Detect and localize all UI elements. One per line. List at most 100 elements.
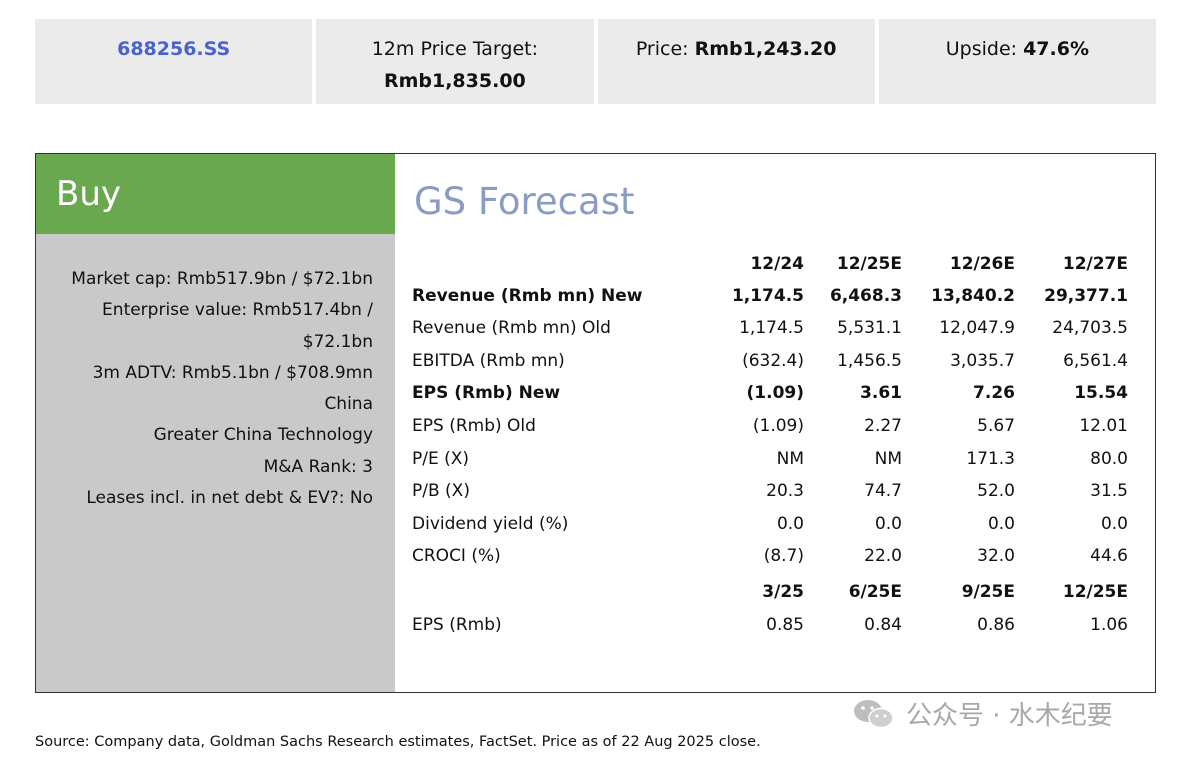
table-row: P/E (X) NM NM 171.3 80.0 xyxy=(412,443,1128,475)
cell-value: 74.7 xyxy=(864,481,902,501)
cell-value: 24,703.5 xyxy=(1052,318,1128,338)
cell-value: (1.09) xyxy=(746,383,804,403)
quarter-header: 6/25E xyxy=(848,582,902,602)
cell-value: (1.09) xyxy=(752,416,804,436)
watermark: 公众号 · 水木纪要 xyxy=(852,695,1113,732)
cell-value: 7.26 xyxy=(973,383,1015,403)
price-target-value: Rmb1,835.00 xyxy=(383,70,526,92)
cell-value: 29,377.1 xyxy=(1044,286,1128,306)
table-row: EPS (Rmb) New (1.09) 3.61 7.26 15.54 xyxy=(412,377,1128,409)
cell-value: 5.67 xyxy=(977,416,1015,436)
fact-leases: Leases incl. in net debt & EV?: No xyxy=(86,488,373,509)
row-label: EPS (Rmb) Old xyxy=(412,416,536,436)
row-label: Revenue (Rmb mn) Old xyxy=(412,318,611,338)
period-header-row: 12/24 12/25E 12/26E 12/27E xyxy=(412,248,1128,280)
cell-value: 6,468.3 xyxy=(829,286,902,306)
rating-badge: Buy xyxy=(36,154,395,234)
fact-ma-rank: M&A Rank: 3 xyxy=(263,456,373,477)
quarter-header: 12/25E xyxy=(1062,582,1128,602)
cell-value: 3,035.7 xyxy=(950,351,1015,371)
cell-value: 13,840.2 xyxy=(931,286,1015,306)
key-facts: Market cap: Rmb517.9bn / $72.1bn Enterpr… xyxy=(36,234,395,514)
table-row: Revenue (Rmb mn) New 1,174.5 6,468.3 13,… xyxy=(412,280,1128,312)
header-bar: 688256.SS 12m Price Target: Rmb1,835.00 … xyxy=(35,19,1156,104)
price-label: Price: xyxy=(635,38,689,60)
cell-value: 32.0 xyxy=(977,546,1015,566)
fact-sector: Greater China Technology xyxy=(153,425,373,446)
source-note: Source: Company data, Goldman Sachs Rese… xyxy=(35,734,761,750)
cell-value: 2.27 xyxy=(864,416,902,436)
cell-value: 15.54 xyxy=(1074,383,1128,403)
rating-sidebar: Buy Market cap: Rmb517.9bn / $72.1bn Ent… xyxy=(36,154,395,692)
row-label: EPS (Rmb) xyxy=(412,615,502,635)
ticker-box: 688256.SS xyxy=(35,19,313,104)
cell-value: 12.01 xyxy=(1079,416,1128,436)
cell-value: 0.0 xyxy=(1100,514,1128,534)
watermark-text: 公众号 · 水木纪要 xyxy=(906,701,1113,731)
period-header: 12/24 xyxy=(750,254,804,274)
ticker-link[interactable]: 688256.SS xyxy=(117,38,230,60)
summary-panel: Buy Market cap: Rmb517.9bn / $72.1bn Ent… xyxy=(35,153,1156,693)
cell-value: NM xyxy=(776,449,804,469)
forecast-title: GS Forecast xyxy=(414,180,635,223)
price-box: Price: Rmb1,243.20 xyxy=(597,19,875,104)
table-row: Revenue (Rmb mn) Old 1,174.5 5,531.1 12,… xyxy=(412,312,1128,344)
cell-value: 20.3 xyxy=(766,481,804,501)
row-label: EPS (Rmb) New xyxy=(412,383,561,403)
row-label: CROCI (%) xyxy=(412,546,501,566)
fact-adtv: 3m ADTV: Rmb5.1bn / $708.9mn xyxy=(92,362,373,383)
row-label: EBITDA (Rmb mn) xyxy=(412,351,565,371)
cell-value: 44.6 xyxy=(1090,546,1128,566)
cell-value: 0.86 xyxy=(977,615,1015,635)
row-label: P/B (X) xyxy=(412,481,470,501)
row-label: Revenue (Rmb mn) New xyxy=(412,286,643,306)
period-header: 12/26E xyxy=(949,254,1015,274)
cell-value: 6,561.4 xyxy=(1063,351,1128,371)
cell-value: 0.85 xyxy=(766,615,804,635)
quarter-header: 9/25E xyxy=(961,582,1015,602)
cell-value: 5,531.1 xyxy=(837,318,902,338)
table-row: EBITDA (Rmb mn) (632.4) 1,456.5 3,035.7 … xyxy=(412,345,1128,377)
cell-value: 22.0 xyxy=(864,546,902,566)
fact-enterprise-value: Enterprise value: Rmb517.4bn / xyxy=(102,300,373,321)
quarter-header-row: 3/25 6/25E 9/25E 12/25E xyxy=(412,576,1128,608)
cell-value: 1.06 xyxy=(1090,615,1128,635)
upside-label: Upside: xyxy=(945,38,1018,60)
upside-box: Upside: 47.6% xyxy=(878,19,1156,104)
cell-value: 0.0 xyxy=(874,514,902,534)
cell-value: 80.0 xyxy=(1090,449,1128,469)
cell-value: 0.0 xyxy=(987,514,1015,534)
cell-value: 0.84 xyxy=(864,615,902,635)
cell-value: 31.5 xyxy=(1090,481,1128,501)
table-row: Dividend yield (%) 0.0 0.0 0.0 0.0 xyxy=(412,508,1128,540)
forecast-section: GS Forecast 12/24 12/25E 12/26E 12/27E R… xyxy=(395,154,1155,692)
quarter-header: 3/25 xyxy=(762,582,804,602)
wechat-icon xyxy=(852,698,896,730)
upside-value: 47.6% xyxy=(1023,38,1089,60)
row-label: Dividend yield (%) xyxy=(412,514,569,534)
cell-value: 1,174.5 xyxy=(739,318,804,338)
cell-value: (8.7) xyxy=(763,546,804,566)
price-value: Rmb1,243.20 xyxy=(694,38,837,60)
period-header: 12/27E xyxy=(1062,254,1128,274)
table-row: EPS (Rmb) 0.85 0.84 0.86 1.06 xyxy=(412,609,1128,641)
cell-value: 1,456.5 xyxy=(837,351,902,371)
cell-value: 52.0 xyxy=(977,481,1015,501)
cell-value: 171.3 xyxy=(966,449,1015,469)
fact-country: China xyxy=(324,394,373,415)
cell-value: (632.4) xyxy=(742,351,804,371)
price-target-box: 12m Price Target: Rmb1,835.00 xyxy=(316,19,594,104)
cell-value: 3.61 xyxy=(860,383,902,403)
cell-value: NM xyxy=(874,449,902,469)
price-target-label: 12m Price Target: xyxy=(371,38,539,60)
cell-value: 0.0 xyxy=(776,514,804,534)
period-header: 12/25E xyxy=(836,254,902,274)
table-row: EPS (Rmb) Old (1.09) 2.27 5.67 12.01 xyxy=(412,410,1128,442)
row-label: P/E (X) xyxy=(412,449,470,469)
cell-value: 1,174.5 xyxy=(731,286,804,306)
cell-value: 12,047.9 xyxy=(939,318,1015,338)
table-row: P/B (X) 20.3 74.7 52.0 31.5 xyxy=(412,475,1128,507)
table-row: CROCI (%) (8.7) 22.0 32.0 44.6 xyxy=(412,540,1128,572)
fact-market-cap: Market cap: Rmb517.9bn / $72.1bn xyxy=(71,269,373,289)
fact-enterprise-value-usd: $72.1bn xyxy=(302,331,373,352)
